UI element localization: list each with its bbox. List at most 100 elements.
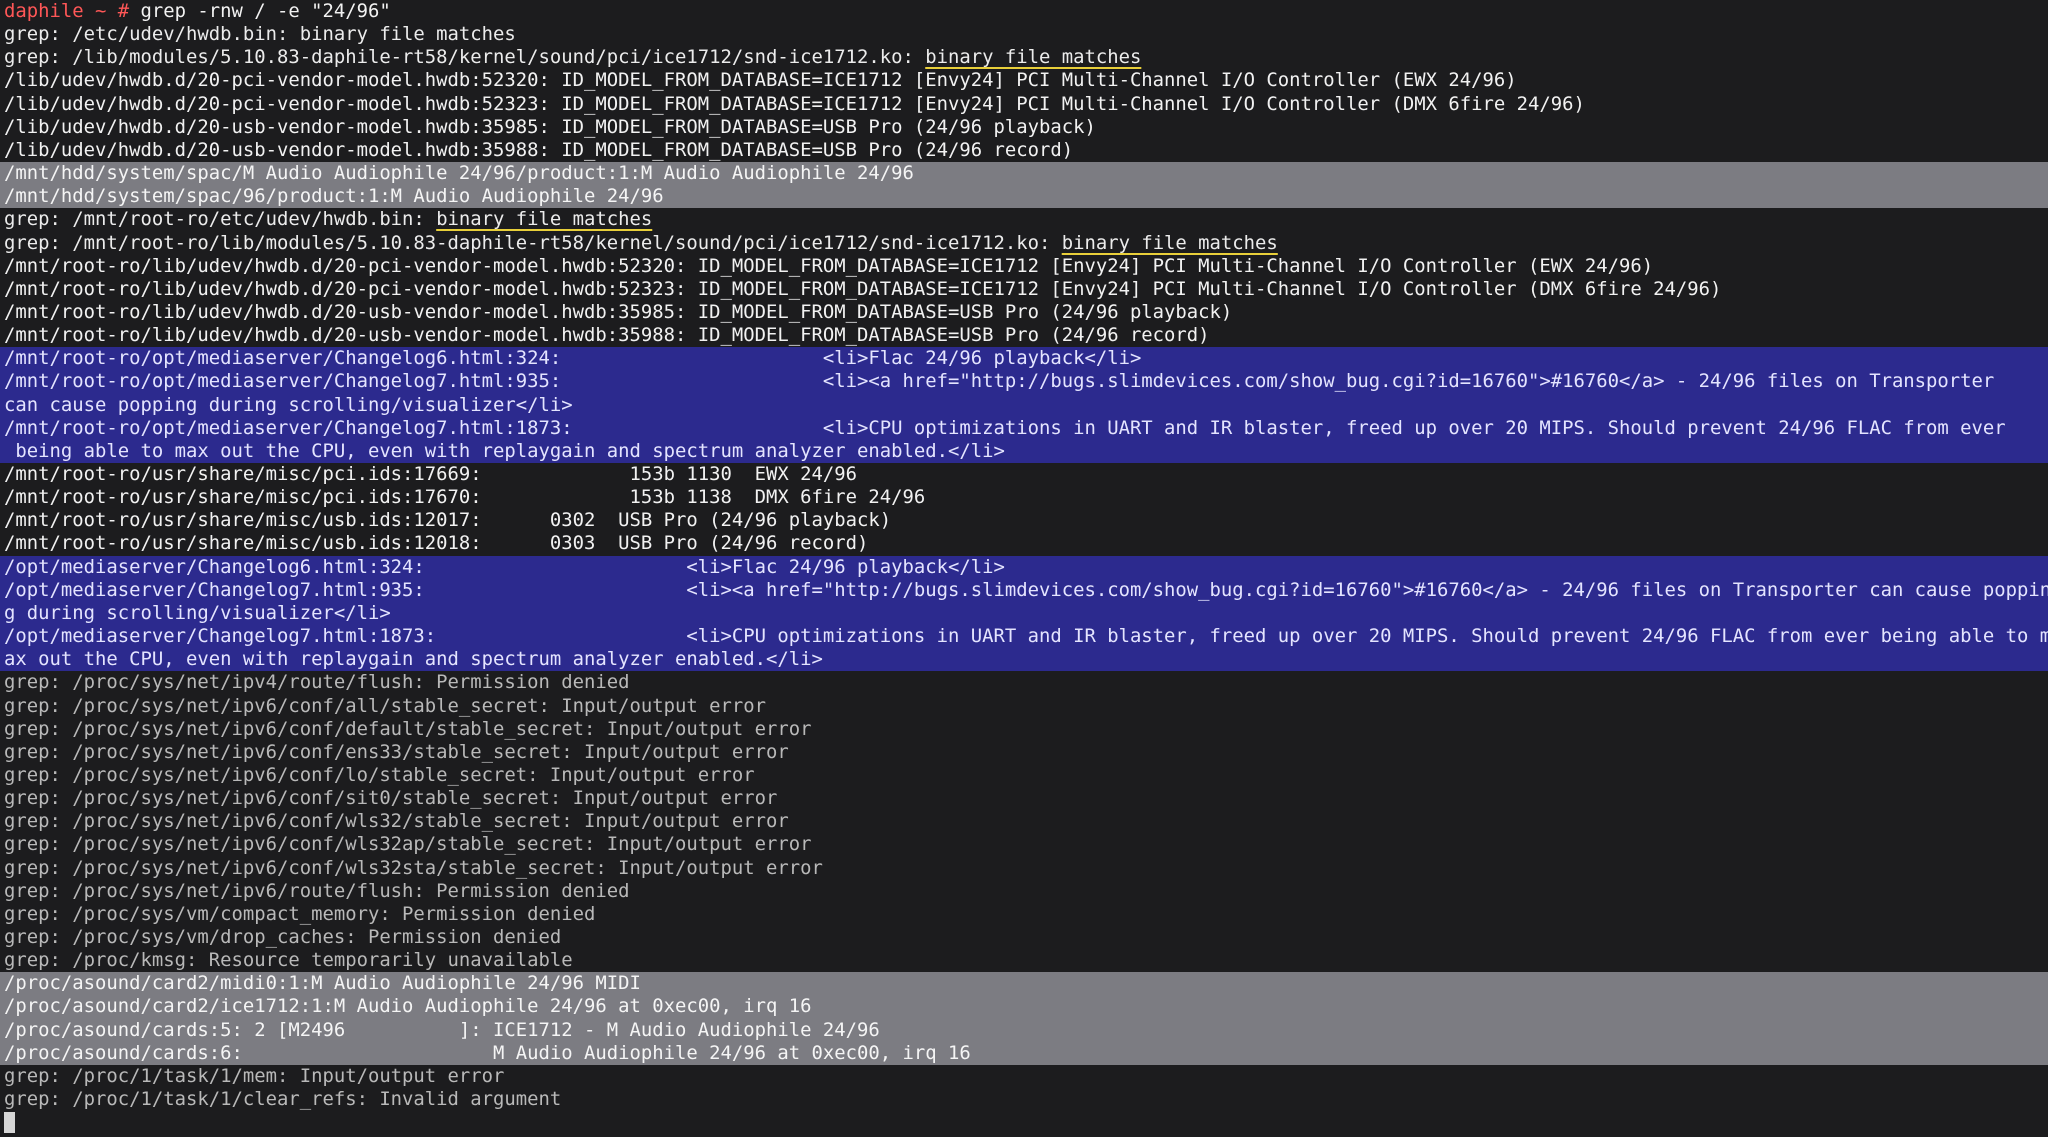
line-text: /mnt/root-ro/usr/share/misc/pci.ids:1767…: [4, 486, 926, 509]
output-line: /lib/udev/hwdb.d/20-usb-vendor-model.hwd…: [0, 139, 2048, 162]
output-line: /proc/asound/card2/midi0:1:M Audio Audio…: [0, 972, 2048, 996]
output-line: /mnt/root-ro/usr/share/misc/pci.ids:1766…: [0, 463, 2048, 486]
line-text: grep: /proc/sys/net/ipv6/conf/ens33/stab…: [4, 740, 789, 763]
line-text: /opt/mediaserver/Changelog6.html:324: <l…: [4, 555, 1005, 578]
line-text: /mnt/root-ro/opt/mediaserver/Changelog7.…: [4, 370, 1995, 393]
line-text: grep: /proc/sys/vm/drop_caches: Permissi…: [4, 926, 562, 948]
line-text: grep: /proc/sys/net/ipv4/route/flush: Pe…: [4, 671, 630, 694]
line-text: grep: /proc/1/task/1/mem: Input/output e…: [4, 1064, 505, 1087]
line-text: /proc/asound/cards:5: 2 [M2496 ]: ICE171…: [4, 1018, 880, 1041]
line-text: /mnt/root-ro/usr/share/misc/usb.ids:1201…: [4, 509, 892, 532]
highlighted-match: binary file matches: [1061, 231, 1278, 254]
output-line: grep: /proc/sys/net/ipv6/conf/wls32sta/s…: [0, 857, 2048, 880]
output-line: grep: /proc/sys/net/ipv6/conf/default/st…: [0, 718, 2048, 741]
output-line: g during scrolling/visualizer</li>: [0, 601, 2048, 626]
line-text: grep: /proc/1/task/1/clear_refs: Invalid…: [4, 1088, 562, 1111]
output-line: /opt/mediaserver/Changelog6.html:324: <l…: [0, 555, 2048, 579]
output-line: grep: /proc/kmsg: Resource temporarily u…: [0, 949, 2048, 972]
output-line: ax out the CPU, even with replaygain and…: [0, 648, 2048, 672]
output-line: grep: /proc/sys/vm/compact_memory: Permi…: [0, 903, 2048, 926]
output-line: /mnt/root-ro/lib/udev/hwdb.d/20-usb-vend…: [0, 324, 2048, 347]
output-line: grep: /proc/1/task/1/clear_refs: Invalid…: [0, 1088, 2048, 1111]
line-text: /mnt/root-ro/usr/share/misc/usb.ids:1201…: [4, 532, 869, 555]
line-text: grep: /proc/sys/net/ipv6/conf/wls32ap/st…: [4, 833, 812, 856]
line-text: grep: /proc/sys/net/ipv6/conf/default/st…: [4, 717, 812, 740]
output-line: being able to max out the CPU, even with…: [0, 439, 2048, 463]
line-text: /proc/asound/card2/midi0:1:M Audio Audio…: [4, 972, 641, 995]
line-text: g during scrolling/visualizer</li>: [4, 601, 391, 624]
highlighted-match: binary file matches: [925, 46, 1142, 69]
output-line: /mnt/root-ro/usr/share/misc/usb.ids:1201…: [0, 532, 2048, 555]
line-text: /lib/udev/hwdb.d/20-pci-vendor-model.hwd…: [4, 69, 1517, 92]
output-line: grep: /proc/sys/net/ipv4/route/flush: Pe…: [0, 671, 2048, 694]
command-text: grep -rnw / -e "24/96": [140, 0, 391, 22]
output-line: /mnt/hdd/system/spac/96/product:1:M Audi…: [0, 185, 2048, 209]
line-text: /lib/udev/hwdb.d/20-pci-vendor-model.hwd…: [4, 92, 1585, 115]
output-line: /opt/mediaserver/Changelog7.html:1873: <…: [0, 625, 2048, 649]
line-text: grep: /proc/sys/net/ipv6/route/flush: Pe…: [4, 879, 630, 902]
line-text: /lib/udev/hwdb.d/20-usb-vendor-model.hwd…: [4, 138, 1074, 161]
line-text: /mnt/root-ro/lib/udev/hwdb.d/20-usb-vend…: [4, 300, 1233, 323]
output-line: grep: /proc/sys/vm/drop_caches: Permissi…: [0, 926, 2048, 949]
output-line: /lib/udev/hwdb.d/20-pci-vendor-model.hwd…: [0, 69, 2048, 92]
output-line: grep: /proc/sys/net/ipv6/conf/wls32/stab…: [0, 810, 2048, 833]
line-text: grep: /proc/sys/net/ipv6/conf/sit0/stabl…: [4, 787, 778, 810]
line-text: /mnt/root-ro/opt/mediaserver/Changelog6.…: [4, 347, 1142, 370]
line-text: grep: /proc/kmsg: Resource temporarily u…: [4, 949, 573, 972]
output-line: /lib/udev/hwdb.d/20-usb-vendor-model.hwd…: [0, 116, 2048, 139]
line-text: grep: /proc/sys/net/ipv6/conf/all/stable…: [4, 694, 766, 717]
text-cursor: [4, 1112, 15, 1134]
output-line: grep: /mnt/root-ro/etc/udev/hwdb.bin: bi…: [0, 208, 2048, 231]
line-text: /mnt/root-ro/lib/udev/hwdb.d/20-pci-vend…: [4, 277, 1722, 300]
line-text: /mnt/hdd/system/spac/96/product:1:M Audi…: [4, 185, 664, 208]
output-line: /mnt/root-ro/lib/udev/hwdb.d/20-pci-vend…: [0, 278, 2048, 301]
line-text: /opt/mediaserver/Changelog7.html:1873: <…: [4, 625, 2048, 648]
output-line: /mnt/root-ro/opt/mediaserver/Changelog6.…: [0, 347, 2048, 371]
output-line: /mnt/root-ro/usr/share/misc/pci.ids:1767…: [0, 486, 2048, 509]
line-text: /mnt/root-ro/lib/udev/hwdb.d/20-usb-vend…: [4, 324, 1210, 347]
prompt-line: daphile ~ # grep -rnw / -e "24/96": [0, 0, 2048, 23]
output-line: /mnt/root-ro/opt/mediaserver/Changelog7.…: [0, 370, 2048, 394]
line-text: /proc/asound/card2/ice1712:1:M Audio Aud…: [4, 995, 812, 1018]
output-line: /mnt/hdd/system/spac/M Audio Audiophile …: [0, 162, 2048, 186]
output-line: /proc/asound/card2/ice1712:1:M Audio Aud…: [0, 995, 2048, 1019]
input-line[interactable]: [0, 1111, 2048, 1134]
output-line: grep: /proc/sys/net/ipv6/conf/sit0/stabl…: [0, 787, 2048, 810]
line-text: grep: /etc/udev/hwdb.bin: binary file ma…: [4, 23, 516, 46]
highlighted-match: binary file matches: [436, 208, 653, 231]
line-text: /mnt/root-ro/lib/udev/hwdb.d/20-pci-vend…: [4, 254, 1654, 277]
line-text: grep: /mnt/root-ro/lib/modules/5.10.83-d…: [4, 231, 1062, 254]
output-line: grep: /etc/udev/hwdb.bin: binary file ma…: [0, 23, 2048, 46]
output-line: grep: /proc/1/task/1/mem: Input/output e…: [0, 1065, 2048, 1088]
output-line: /proc/asound/cards:5: 2 [M2496 ]: ICE171…: [0, 1018, 2048, 1042]
output-line: /opt/mediaserver/Changelog7.html:935: <l…: [0, 578, 2048, 602]
output-line: grep: /proc/sys/net/ipv6/conf/lo/stable_…: [0, 764, 2048, 787]
line-text: /lib/udev/hwdb.d/20-usb-vendor-model.hwd…: [4, 115, 1096, 138]
line-text: /mnt/hdd/system/spac/M Audio Audiophile …: [4, 162, 914, 185]
output-line: /mnt/root-ro/opt/mediaserver/Changelog7.…: [0, 416, 2048, 440]
output-line: grep: /proc/sys/net/ipv6/conf/all/stable…: [0, 695, 2048, 718]
output-line: /mnt/root-ro/lib/udev/hwdb.d/20-usb-vend…: [0, 301, 2048, 324]
output-line: grep: /mnt/root-ro/lib/modules/5.10.83-d…: [0, 232, 2048, 255]
terminal-window[interactable]: daphile ~ # grep -rnw / -e "24/96" grep:…: [0, 0, 2048, 1137]
line-text: grep: /lib/modules/5.10.83-daphile-rt58/…: [4, 46, 926, 69]
line-text: /opt/mediaserver/Changelog7.html:935: <l…: [4, 578, 2048, 601]
prompt-symbol: ~ #: [83, 0, 141, 22]
prompt-host: daphile: [4, 0, 84, 22]
output-line: can cause popping during scrolling/visua…: [0, 393, 2048, 417]
output-line: /lib/udev/hwdb.d/20-pci-vendor-model.hwd…: [0, 93, 2048, 116]
output-line: grep: /lib/modules/5.10.83-daphile-rt58/…: [0, 46, 2048, 69]
line-text: can cause popping during scrolling/visua…: [4, 393, 573, 416]
output-line: grep: /proc/sys/net/ipv6/conf/wls32ap/st…: [0, 833, 2048, 856]
output-line: grep: /proc/sys/net/ipv6/route/flush: Pe…: [0, 880, 2048, 903]
line-text: ax out the CPU, even with replaygain and…: [4, 648, 823, 671]
line-text: grep: /proc/sys/net/ipv6/conf/wls32/stab…: [4, 810, 789, 833]
output-line: /mnt/root-ro/usr/share/misc/usb.ids:1201…: [0, 509, 2048, 532]
line-text: grep: /mnt/root-ro/etc/udev/hwdb.bin:: [4, 208, 437, 231]
line-text: /proc/asound/cards:6: M Audio Audiophile…: [4, 1041, 971, 1064]
output-line: /proc/asound/cards:6: M Audio Audiophile…: [0, 1041, 2048, 1065]
output-line: grep: /proc/sys/net/ipv6/conf/ens33/stab…: [0, 741, 2048, 764]
line-text: /mnt/root-ro/opt/mediaserver/Changelog7.…: [4, 416, 2006, 439]
line-text: grep: /proc/sys/net/ipv6/conf/lo/stable_…: [4, 763, 755, 786]
line-text: being able to max out the CPU, even with…: [4, 439, 1005, 462]
